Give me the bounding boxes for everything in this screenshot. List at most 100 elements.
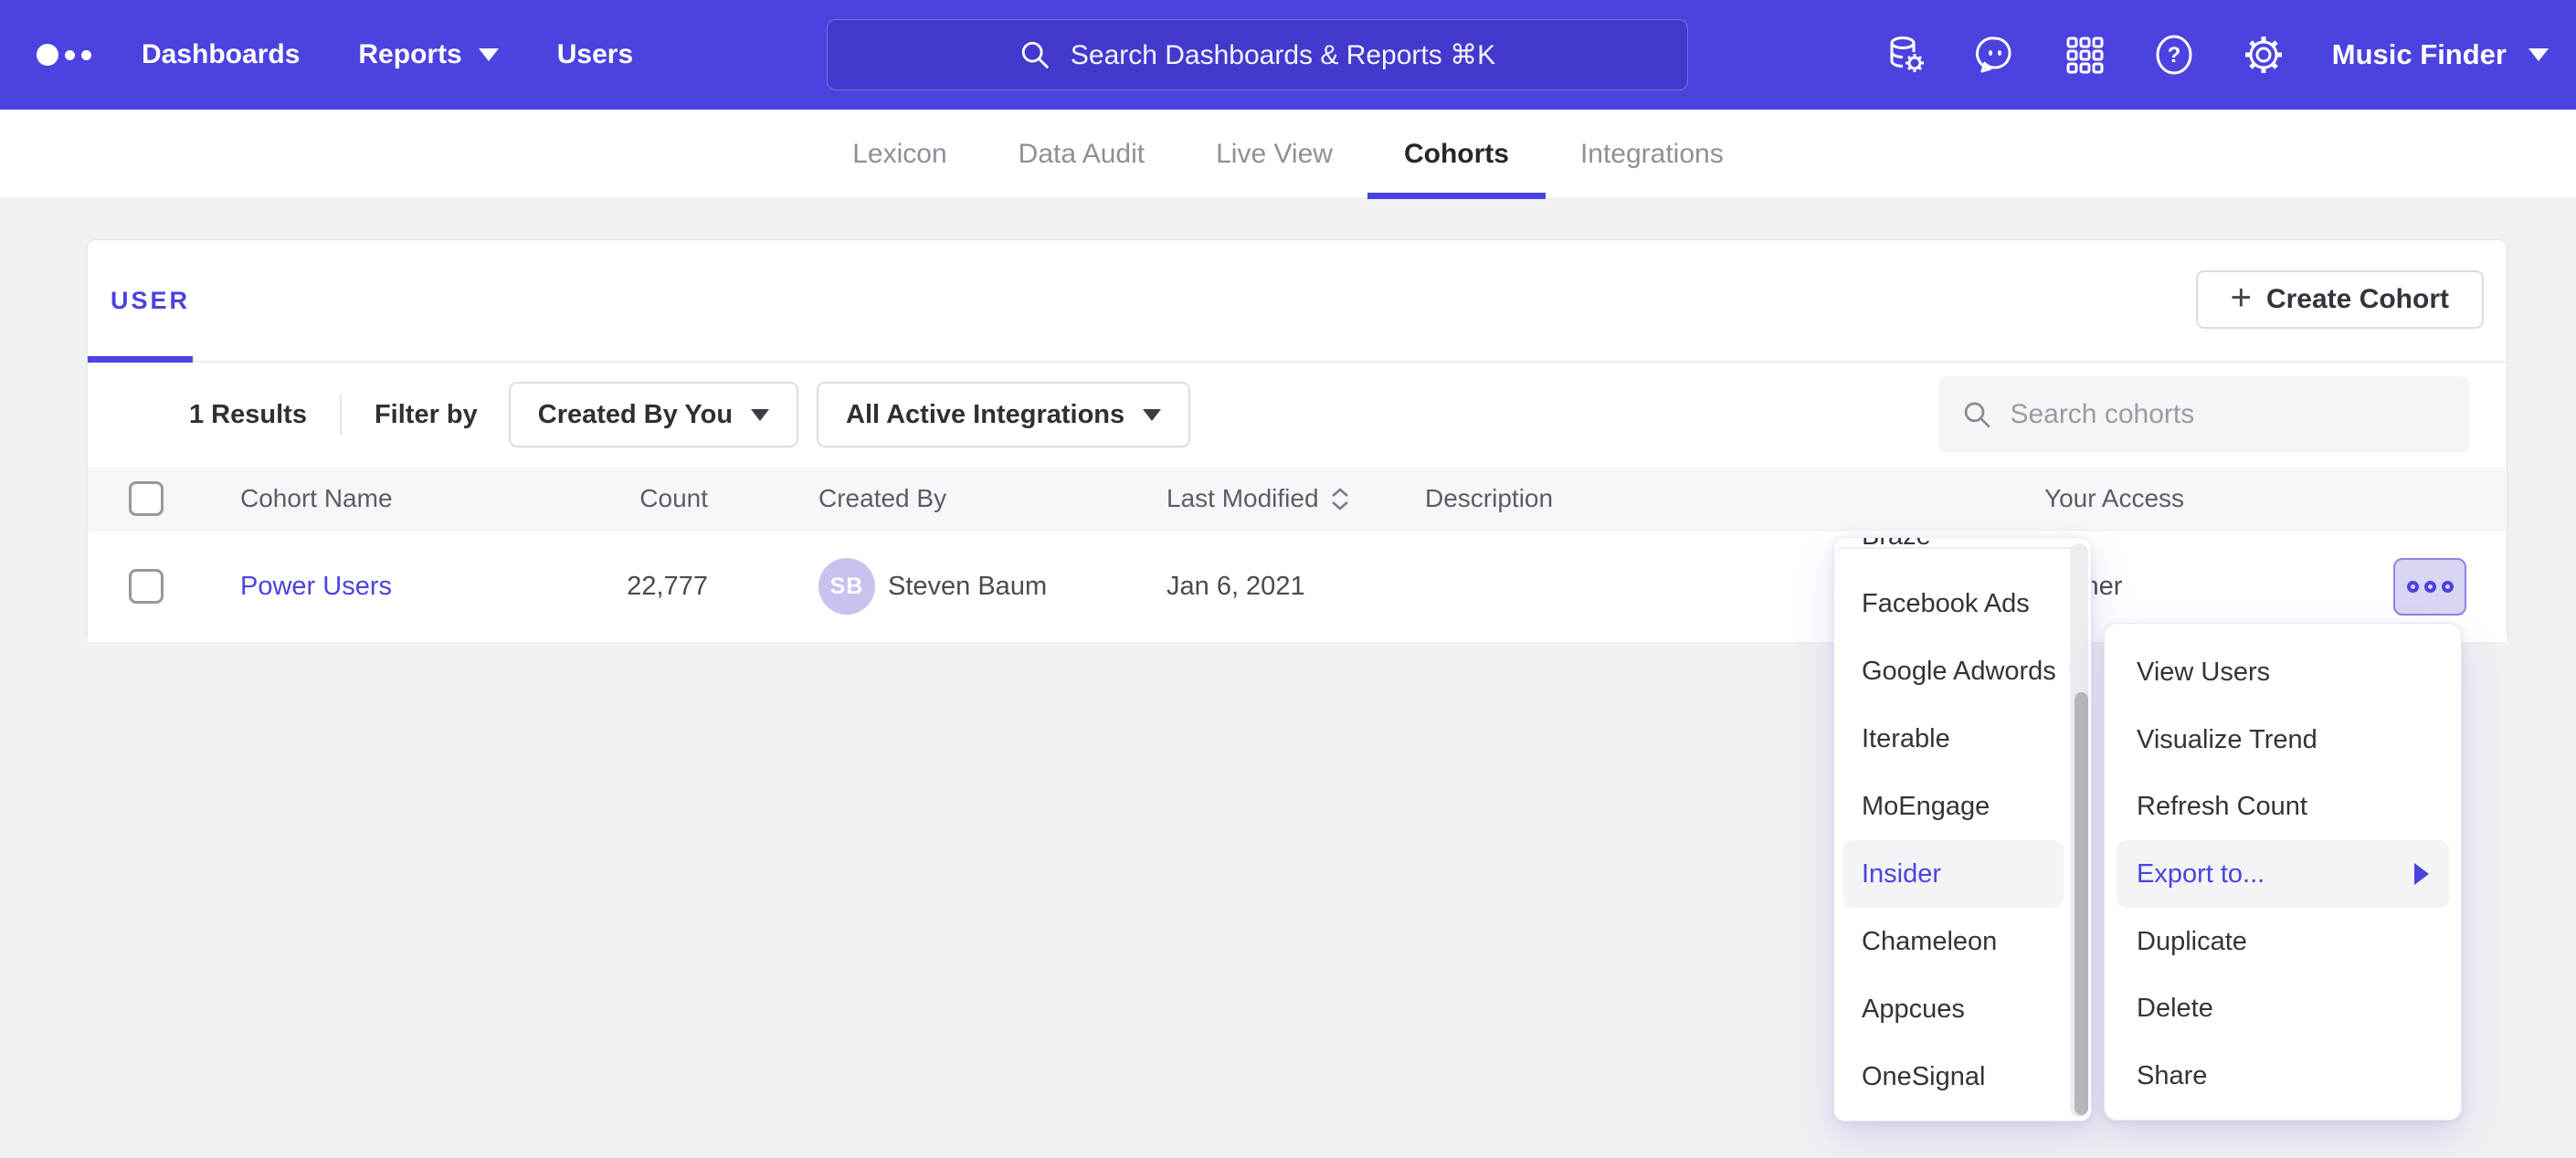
tab-label: Lexicon — [852, 139, 946, 170]
help-icon[interactable]: ? — [2153, 34, 2195, 76]
logo-dot — [65, 50, 75, 60]
tab-label: Integrations — [1580, 139, 1724, 170]
created-by-name: Steven Baum — [888, 531, 1047, 642]
menu-item-delete[interactable]: Delete — [2117, 974, 2449, 1042]
nav-item-users[interactable]: Users — [557, 39, 633, 70]
data-management-icon[interactable] — [1884, 34, 1927, 76]
menu-item-iterable[interactable]: Iterable — [1843, 705, 2064, 773]
tab-label: Data Audit — [1019, 139, 1145, 170]
menu-item-view-users[interactable]: View Users — [2117, 638, 2449, 706]
active-tab-underline — [88, 356, 193, 363]
nav-item-label: Dashboards — [142, 39, 300, 70]
column-header-created-by[interactable]: Created By — [818, 467, 946, 531]
data-management-tab-bar: Lexicon Data Audit Live View Cohorts Int… — [0, 110, 2576, 199]
menu-item-facebook-ads[interactable]: Facebook Ads — [1843, 570, 2064, 637]
svg-text:?: ? — [2167, 43, 2180, 68]
tab-label: Cohorts — [1404, 139, 1509, 170]
menu-item-visualize-trend[interactable]: Visualize Trend — [2117, 706, 2449, 774]
project-name: Music Finder — [2332, 38, 2507, 71]
column-header-description[interactable]: Description — [1425, 467, 1553, 531]
chevron-down-icon — [479, 48, 499, 61]
tab-integrations[interactable]: Integrations — [1580, 110, 1724, 199]
chevron-down-icon — [1143, 409, 1161, 421]
mixpanel-logo-icon[interactable] — [37, 0, 91, 110]
create-cohort-button[interactable]: + Create Cohort — [2196, 270, 2484, 329]
tab-live-view[interactable]: Live View — [1216, 110, 1333, 199]
filter-bar: 1 Results Filter by Created By You All A… — [88, 363, 2507, 467]
integrations-filter-value: All Active Integrations — [846, 400, 1124, 430]
divider — [340, 395, 342, 435]
tab-user-cohorts[interactable]: USER — [111, 240, 190, 361]
menu-item-label: Refresh Count — [2137, 792, 2307, 822]
apps-grid-icon[interactable] — [2064, 34, 2106, 76]
chevron-down-icon — [2528, 48, 2549, 61]
menu-item-share[interactable]: Share — [2117, 1042, 2449, 1110]
menu-item-moengage[interactable]: MoEngage — [1843, 773, 2064, 840]
active-tab-underline — [1367, 193, 1546, 199]
menu-item-appcues[interactable]: Appcues — [1843, 975, 2064, 1043]
cohort-type-tabs: USER + Create Cohort — [88, 240, 2507, 363]
scrollbar-thumb[interactable] — [2075, 692, 2088, 1115]
column-header-your-access[interactable]: Your Access — [2044, 467, 2184, 531]
column-header-cohort-name[interactable]: Cohort Name — [240, 467, 393, 531]
menu-item-braze[interactable]: Braze — [1843, 537, 2064, 570]
menu-item-onesignal[interactable]: OneSignal — [1843, 1043, 2064, 1111]
table-header-row: Cohort Name Count Created By Last Modifi… — [88, 467, 2507, 531]
export-to-submenu: Braze Facebook Ads Google Adwords Iterab… — [1833, 537, 2092, 1121]
cohort-search-box — [1938, 376, 2470, 453]
nav-item-dashboards[interactable]: Dashboards — [142, 39, 300, 70]
tab-lexicon[interactable]: Lexicon — [852, 110, 946, 199]
menu-item-label: Delete — [2137, 994, 2213, 1024]
plus-icon: + — [2231, 279, 2252, 316]
menu-item-label: Export to... — [2137, 859, 2265, 890]
top-nav-right: ? Music Finder — [1884, 0, 2549, 110]
cohort-search-input[interactable] — [2010, 399, 2446, 430]
row-checkbox[interactable] — [129, 569, 164, 604]
column-header-last-modified[interactable]: Last Modified — [1167, 467, 1350, 531]
create-cohort-label: Create Cohort — [2266, 284, 2449, 315]
menu-item-google-adwords[interactable]: Google Adwords — [1843, 637, 2064, 705]
top-nav-links: Dashboards Reports Users — [142, 0, 633, 110]
row-actions-button[interactable] — [2393, 558, 2466, 616]
feedback-icon[interactable] — [1974, 34, 2016, 76]
nav-item-reports[interactable]: Reports — [358, 39, 498, 70]
cohort-name-link[interactable]: Power Users — [240, 531, 392, 642]
created-by-filter-dropdown[interactable]: Created By You — [509, 382, 798, 447]
chevron-right-icon — [2414, 863, 2429, 885]
integrations-filter-dropdown[interactable]: All Active Integrations — [817, 382, 1190, 447]
menu-item-insider[interactable]: Insider — [1843, 840, 2064, 908]
avatar: SB — [818, 558, 875, 615]
top-nav-bar: Dashboards Reports Users Search Dashboar… — [0, 0, 2576, 110]
search-icon — [1019, 39, 1050, 70]
logo-dot — [81, 50, 91, 60]
menu-item-label: View Users — [2137, 658, 2270, 688]
more-dots-icon — [2407, 581, 2419, 593]
menu-item-chameleon[interactable]: Chameleon — [1843, 908, 2064, 975]
tab-cohorts[interactable]: Cohorts — [1404, 110, 1509, 199]
search-icon — [1962, 398, 1991, 431]
column-header-count[interactable]: Count — [634, 467, 708, 531]
menu-item-label: Share — [2137, 1061, 2207, 1091]
more-dots-icon — [2424, 581, 2436, 593]
global-search-button[interactable]: Search Dashboards & Reports ⌘K — [827, 19, 1688, 90]
settings-icon[interactable] — [2243, 34, 2285, 76]
menu-item-label: Duplicate — [2137, 927, 2247, 957]
tab-data-audit[interactable]: Data Audit — [1019, 110, 1145, 199]
chevron-down-icon — [751, 409, 769, 421]
last-modified-date: Jan 6, 2021 — [1167, 531, 1305, 642]
menu-item-refresh-count[interactable]: Refresh Count — [2117, 773, 2449, 840]
sort-icon — [1330, 488, 1350, 511]
row-context-menu: View Users Visualize Trend Refresh Count… — [2104, 623, 2462, 1121]
nav-item-label: Users — [557, 39, 633, 70]
menu-item-export-to[interactable]: Export to... — [2117, 840, 2449, 908]
filter-by-label: Filter by — [375, 400, 478, 430]
nav-item-label: Reports — [358, 39, 461, 70]
menu-item-duplicate[interactable]: Duplicate — [2117, 908, 2449, 975]
tab-label: USER — [111, 287, 190, 315]
select-all-checkbox[interactable] — [129, 481, 164, 516]
tab-label: Live View — [1216, 139, 1333, 170]
results-count: 1 Results — [189, 400, 307, 430]
project-switcher[interactable]: Music Finder — [2332, 38, 2549, 71]
cohorts-page: Dashboards Reports Users Search Dashboar… — [0, 0, 2576, 1158]
cohorts-card: USER + Create Cohort 1 Results Filter by… — [87, 239, 2507, 641]
